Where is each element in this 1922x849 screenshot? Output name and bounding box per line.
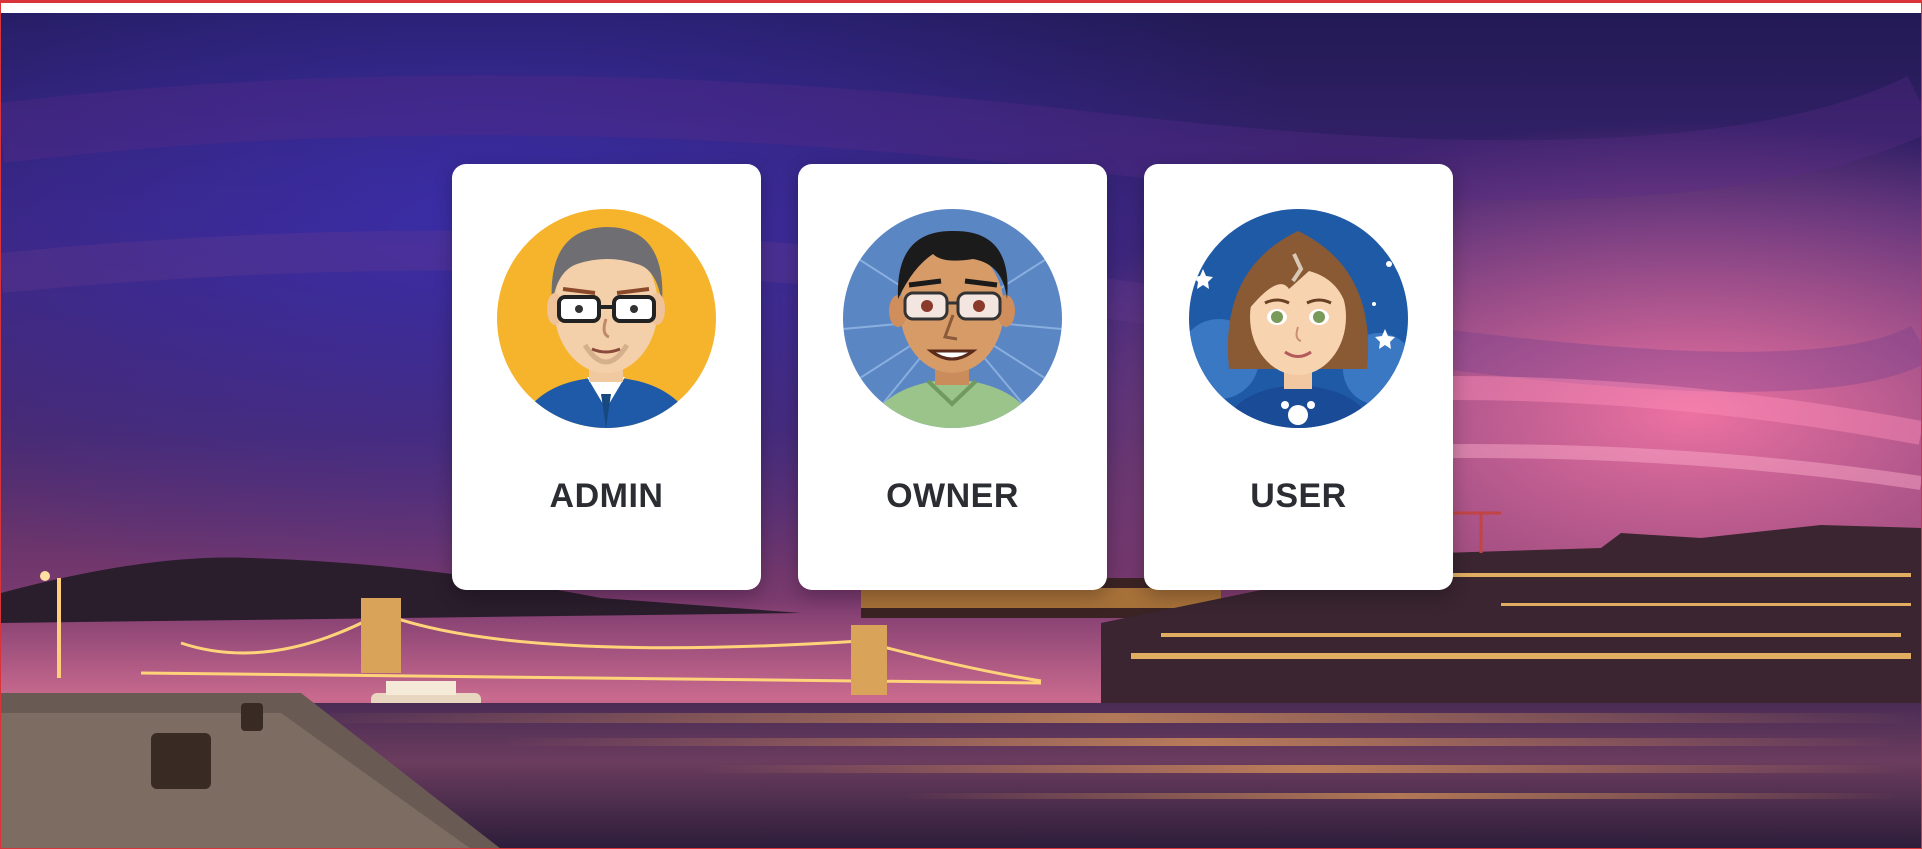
role-card-owner[interactable]: OWNER	[798, 164, 1107, 590]
role-selection-page: ADMIN OWNER USER	[0, 0, 1922, 849]
role-card-admin[interactable]: ADMIN	[452, 164, 761, 590]
role-cards: ADMIN OWNER USER	[452, 164, 1453, 590]
user-avatar-icon	[1189, 209, 1408, 428]
role-label-admin: ADMIN	[549, 477, 664, 515]
owner-avatar-icon	[843, 209, 1062, 428]
admin-avatar-icon	[497, 209, 716, 428]
role-card-user[interactable]: USER	[1144, 164, 1453, 590]
top-strip	[1, 3, 1921, 13]
admin-avatar	[497, 209, 716, 428]
role-label-user: USER	[1250, 477, 1347, 515]
owner-avatar	[843, 209, 1062, 428]
user-avatar	[1189, 209, 1408, 428]
role-label-owner: OWNER	[886, 477, 1019, 515]
